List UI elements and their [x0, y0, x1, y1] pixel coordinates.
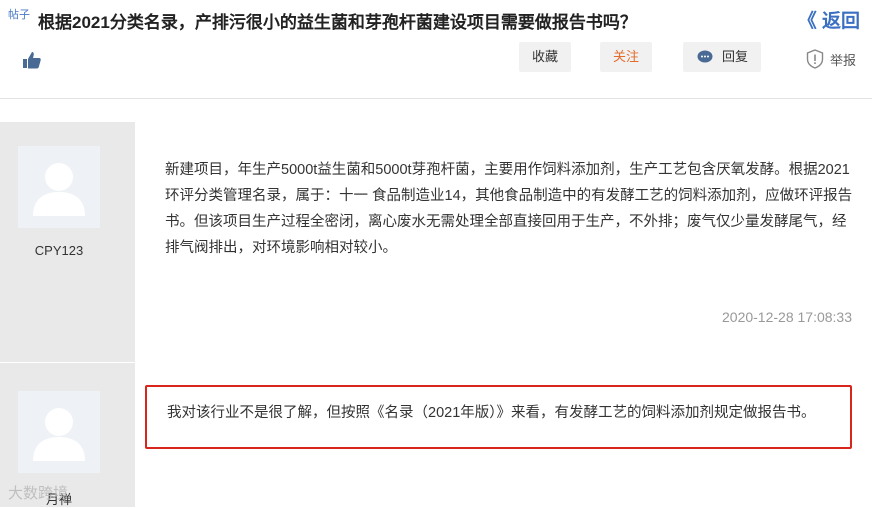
- post-content: 新建项目，年生产5000t益生菌和5000t芽孢杆菌，主要用作饲料添加剂，生产工…: [165, 162, 853, 256]
- reply-label: 回复: [722, 49, 749, 64]
- page-title: 根据2021分类名录，产排污很小的益生菌和芽孢杆菌建设项目需要做报告书吗？: [38, 13, 637, 32]
- follow-button[interactable]: 关注: [600, 42, 652, 72]
- avatar[interactable]: [18, 146, 100, 228]
- post-content: 我对该行业不是很了解，但按照《名录（2021年版）》来看，有发酵工艺的饲料添加剂…: [167, 405, 816, 421]
- shield-alert-icon: [806, 49, 824, 69]
- watermark: 大数跨境: [8, 485, 69, 502]
- thumbs-up-icon[interactable]: [22, 50, 42, 70]
- chat-bubble-icon: [697, 50, 713, 63]
- report-label: 举报: [830, 53, 857, 68]
- topic-header: 帖子 根据2021分类名录，产排污很小的益生菌和芽孢杆菌建设项目需要做报告书吗？…: [0, 0, 872, 99]
- username[interactable]: CPY123: [0, 243, 118, 258]
- post: 月禅 我对该行业不是很了解，但按照《名录（2021年版）》来看，有发酵工艺的饲料…: [0, 363, 872, 507]
- post-tag: 帖子: [8, 9, 30, 21]
- avatar[interactable]: [18, 391, 100, 473]
- author-sidebar: CPY123: [0, 122, 135, 362]
- favorite-button[interactable]: 收藏: [519, 42, 571, 72]
- highlighted-reply: 我对该行业不是很了解，但按照《名录（2021年版）》来看，有发酵工艺的饲料添加剂…: [145, 385, 852, 449]
- post: CPY123 新建项目，年生产5000t益生菌和5000t芽孢杆菌，主要用作饲料…: [0, 122, 872, 362]
- post-timestamp: 2020-12-28 17:08:33: [722, 309, 852, 325]
- back-button[interactable]: 《 返回: [798, 6, 860, 33]
- reply-button[interactable]: 回复: [683, 42, 761, 72]
